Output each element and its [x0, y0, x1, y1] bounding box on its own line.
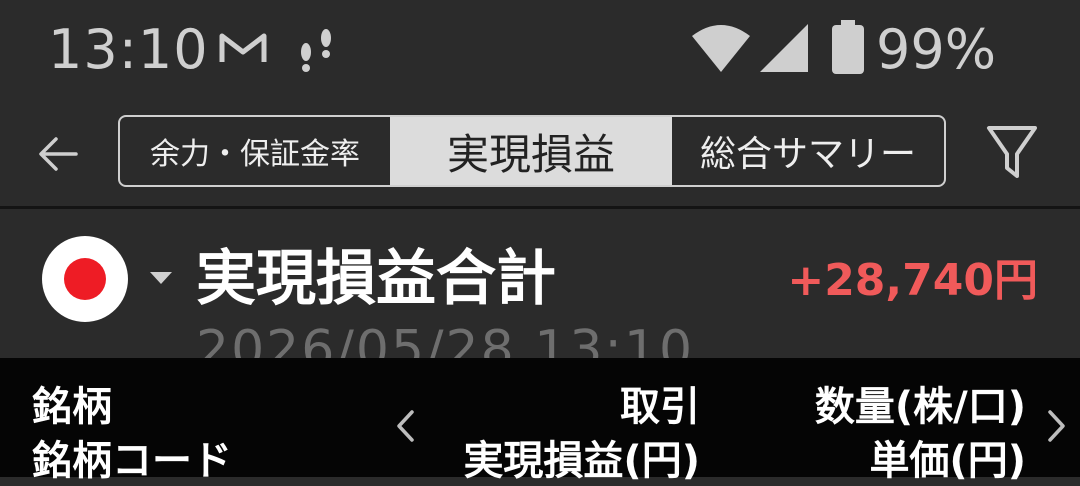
gmail-icon [218, 30, 268, 70]
column-stock-code: 銘柄コード [32, 438, 232, 484]
battery-percent: 99% [876, 18, 997, 81]
column-unit-price: 単価(円) [869, 438, 1026, 484]
table-header: 銘柄 銘柄コード 取引 実現損益(円) 数量(株/口) 単価(円) [0, 358, 1080, 484]
column-stock-name: 銘柄 [32, 384, 112, 430]
tab-summary[interactable]: 総合サマリー [672, 117, 944, 185]
screen-header: 余力・保証金率 実現損益 総合サマリー [0, 100, 1080, 209]
pnl-summary: 実現損益合計 +28,740円 2026/05/28 13:10 [0, 208, 1080, 358]
footsteps-icon [296, 24, 340, 78]
summary-datetime: 2026/05/28 13:10 [196, 320, 695, 358]
wifi-icon [690, 22, 752, 78]
column-realized-pnl: 実現損益(円) [463, 438, 700, 484]
tab-realized-pnl[interactable]: 実現損益 [390, 117, 672, 185]
battery-icon [830, 20, 866, 80]
summary-amount: +28,740円 [787, 255, 1038, 306]
back-arrow-icon[interactable] [36, 134, 80, 178]
summary-title: 実現損益合計 [196, 244, 556, 314]
chevron-down-icon[interactable] [150, 272, 172, 284]
tab-bar: 余力・保証金率 実現損益 総合サマリー [118, 115, 946, 187]
cell-signal-icon [758, 22, 810, 78]
japan-flag-icon[interactable] [42, 236, 128, 322]
column-trade: 取引 [620, 384, 700, 430]
status-bar: 13:10 99% [0, 0, 1080, 100]
status-time: 13:10 [48, 18, 209, 81]
column-quantity: 数量(株/口) [814, 384, 1026, 430]
chevron-right-icon[interactable] [1044, 408, 1068, 448]
chevron-left-icon[interactable] [394, 408, 418, 448]
tab-margin-ratio[interactable]: 余力・保証金率 [120, 117, 390, 185]
filter-icon[interactable] [986, 124, 1038, 186]
